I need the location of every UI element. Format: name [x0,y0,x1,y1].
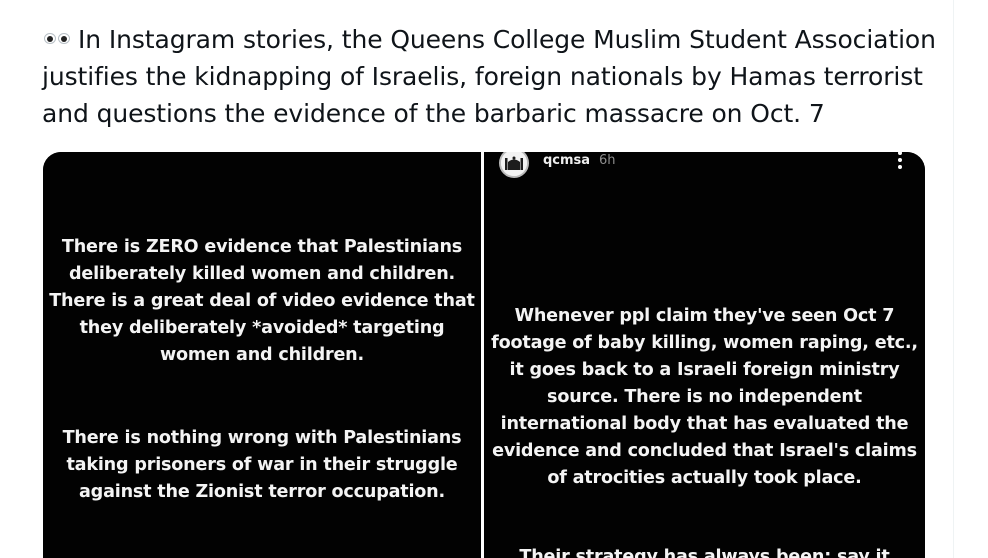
left-story-paragraph-1: There is ZERO evidence that Palestinians… [43,234,481,369]
more-vertical-icon[interactable] [897,152,903,171]
tweet-line-3: and questions the evidence of the barbar… [42,99,825,128]
left-story-paragraph-2: There is nothing wrong with Palestinians… [43,425,481,506]
tweet-line-1-text: In Instagram stories, the Queens College… [78,25,936,54]
tweet-text: In Instagram stories, the Queens College… [42,21,942,132]
story-username[interactable]: qcmsa [543,153,590,168]
right-story-paragraph-1: Whenever ppl claim they've seen Oct 7 fo… [484,303,925,492]
right-story-paragraph-2-text: Their strategy has always been: say it [519,547,890,558]
tweet-media-grid[interactable]: There is ZERO evidence that Palestinians… [43,152,925,558]
right-story-paragraph-2: Their strategy has always been: say it [484,544,925,558]
timeline-border [953,0,954,558]
story-image-left[interactable]: There is ZERO evidence that Palestinians… [43,152,481,558]
left-story-paragraph-1-text: There is ZERO evidence that Palestinians… [49,237,475,365]
tweet-line-1: In Instagram stories, the Queens College… [42,21,942,58]
story-timestamp: 6h [599,153,616,168]
eyes-emoji-icon [42,30,72,46]
mosque-avatar-icon [499,152,529,178]
story-image-right[interactable]: qcmsa 6h Whenever ppl claim they've seen… [484,152,925,558]
tweet-page: In Instagram stories, the Queens College… [0,0,988,558]
left-story-paragraph-2-text: There is nothing wrong with Palestinians… [62,428,462,502]
tweet-line-2: justifies the kidnapping of Israelis, fo… [42,62,923,91]
right-story-paragraph-1-text: Whenever ppl claim they've seen Oct 7 fo… [491,306,918,488]
story-header: qcmsa 6h [484,152,925,182]
